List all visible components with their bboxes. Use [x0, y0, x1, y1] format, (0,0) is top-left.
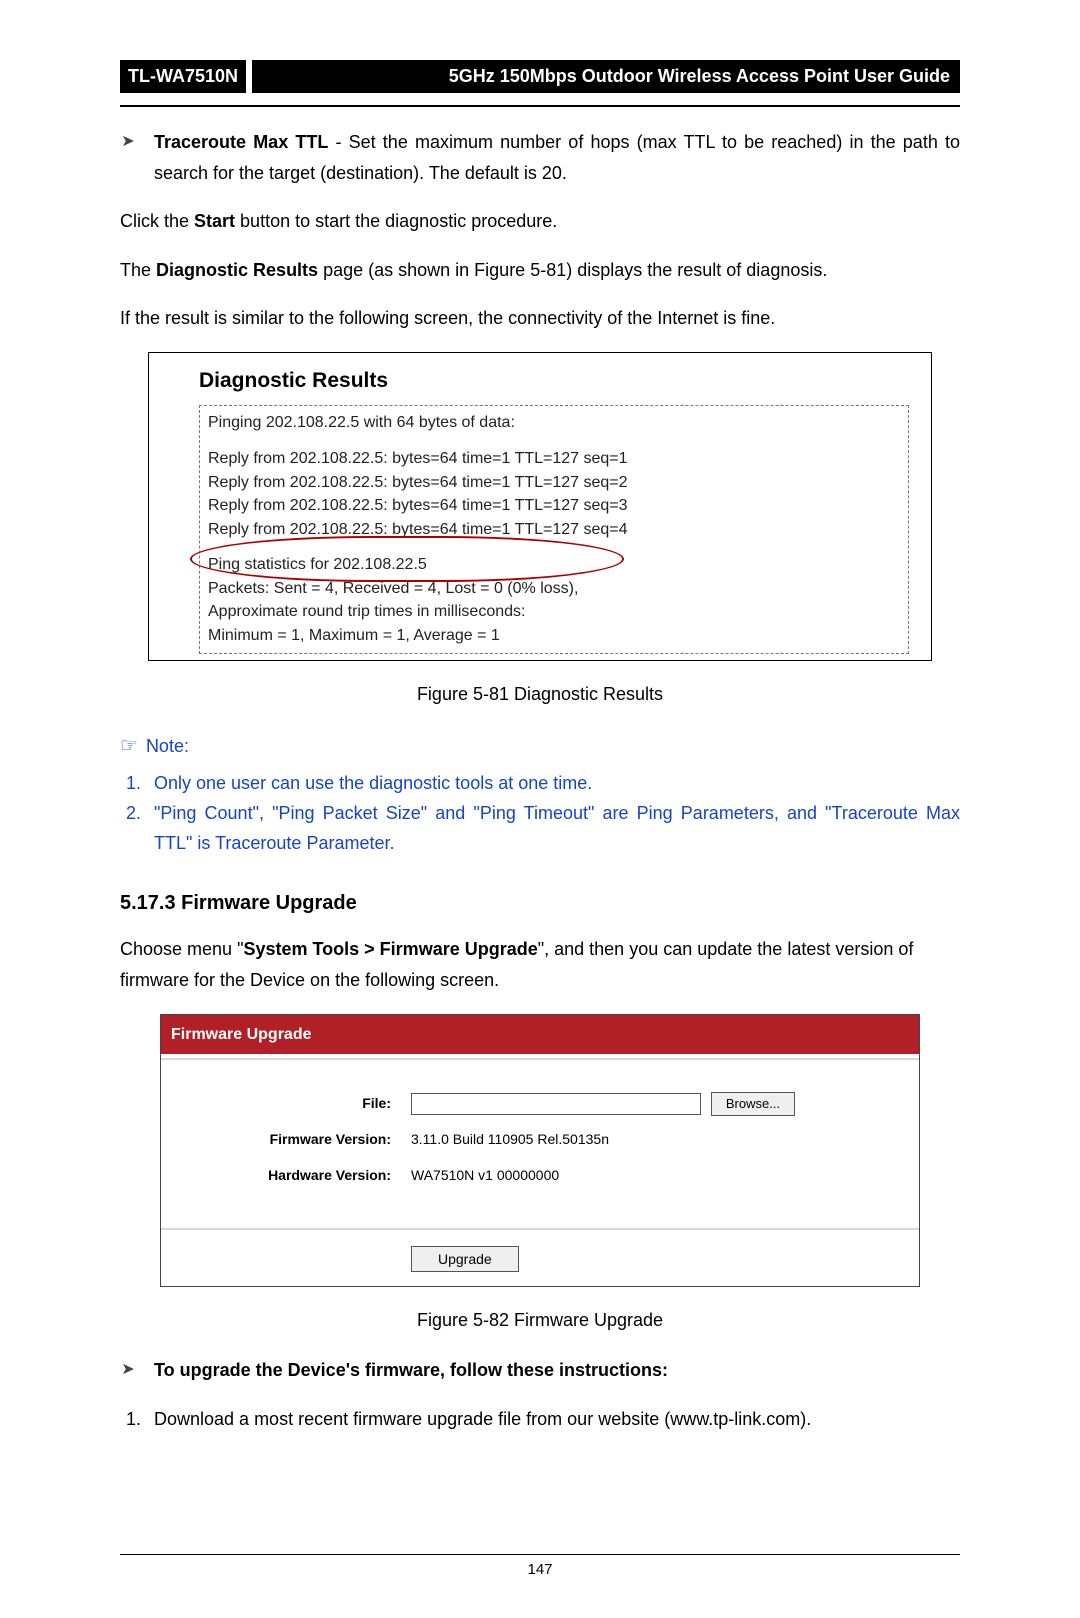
traceroute-label: Traceroute Max TTL: [154, 132, 328, 152]
hardware-version-label: Hardware Version:: [191, 1164, 411, 1188]
note-hand-icon: ☞: [120, 729, 138, 763]
footer-divider: [120, 1554, 960, 1555]
ping-roundtrip-line: Approximate round trip times in millisec…: [208, 601, 900, 623]
upgrade-button[interactable]: Upgrade: [411, 1246, 519, 1272]
instructions-list: Download a most recent firmware upgrade …: [120, 1404, 960, 1435]
note-list: Only one user can use the diagnostic too…: [120, 769, 960, 858]
traceroute-bullet: ➤ Traceroute Max TTL - Set the maximum n…: [120, 127, 960, 188]
doc-header: TL-WA7510N 5GHz 150Mbps Outdoor Wireless…: [120, 60, 960, 93]
ping-header-line: Pinging 202.108.22.5 with 64 bytes of da…: [208, 412, 900, 434]
figure-81-caption: Figure 5-81 Diagnostic Results: [120, 679, 960, 710]
start-paragraph: Click the Start button to start the diag…: [120, 206, 960, 237]
instruction-step-1: Download a most recent firmware upgrade …: [146, 1404, 960, 1435]
results-paragraph: The Diagnostic Results page (as shown in…: [120, 255, 960, 286]
file-label: File:: [191, 1092, 411, 1116]
section-heading-firmware-upgrade: 5.17.3 Firmware Upgrade: [120, 886, 960, 920]
page-number: 147: [0, 1561, 1080, 1578]
note-item-1: Only one user can use the diagnostic too…: [146, 769, 960, 799]
ping-stats-line: Ping statistics for 202.108.22.5: [208, 554, 900, 576]
firmware-upgrade-panel: Firmware Upgrade File: Browse... Firmwar…: [160, 1014, 920, 1287]
ping-reply-line: Reply from 202.108.22.5: bytes=64 time=1…: [208, 472, 900, 494]
note-item-2: "Ping Count", "Ping Packet Size" and "Pi…: [146, 799, 960, 858]
note-heading: ☞ Note:: [120, 729, 960, 763]
bullet-arrow-icon: ➤: [120, 127, 136, 188]
fine-paragraph: If the result is similar to the followin…: [120, 303, 960, 334]
bullet-arrow-icon: ➤: [120, 1355, 136, 1386]
firmware-version-value: 3.11.0 Build 110905 Rel.50135n: [411, 1128, 609, 1152]
device-model: TL-WA7510N: [120, 60, 246, 93]
header-divider: [120, 105, 960, 107]
ping-reply-line: Reply from 202.108.22.5: bytes=64 time=1…: [208, 448, 900, 470]
ping-reply-line: Reply from 202.108.22.5: bytes=64 time=1…: [208, 519, 900, 541]
diagnostic-figure: Diagnostic Results Pinging 202.108.22.5 …: [120, 352, 960, 709]
instructions-heading: To upgrade the Device's firmware, follow…: [154, 1360, 668, 1380]
hardware-version-value: WA7510N v1 00000000: [411, 1164, 559, 1188]
figure-82-caption: Figure 5-82 Firmware Upgrade: [120, 1305, 960, 1336]
browse-button[interactable]: Browse...: [711, 1092, 795, 1116]
fw-intro-paragraph: Choose menu "System Tools > Firmware Upg…: [120, 934, 960, 995]
diag-output-box: Pinging 202.108.22.5 with 64 bytes of da…: [199, 405, 909, 653]
firmware-panel-title: Firmware Upgrade: [161, 1015, 919, 1054]
instructions-bullet: ➤ To upgrade the Device's firmware, foll…: [120, 1355, 960, 1386]
ping-packets-line: Packets: Sent = 4, Received = 4, Lost = …: [208, 578, 900, 600]
diag-results-title: Diagnostic Results: [199, 367, 909, 395]
ping-minmax-line: Minimum = 1, Maximum = 1, Average = 1: [208, 625, 900, 647]
ping-reply-line: Reply from 202.108.22.5: bytes=64 time=1…: [208, 495, 900, 517]
file-input[interactable]: [411, 1093, 701, 1115]
firmware-version-label: Firmware Version:: [191, 1128, 411, 1152]
doc-title: 5GHz 150Mbps Outdoor Wireless Access Poi…: [252, 60, 960, 93]
note-label: Note:: [146, 731, 189, 762]
